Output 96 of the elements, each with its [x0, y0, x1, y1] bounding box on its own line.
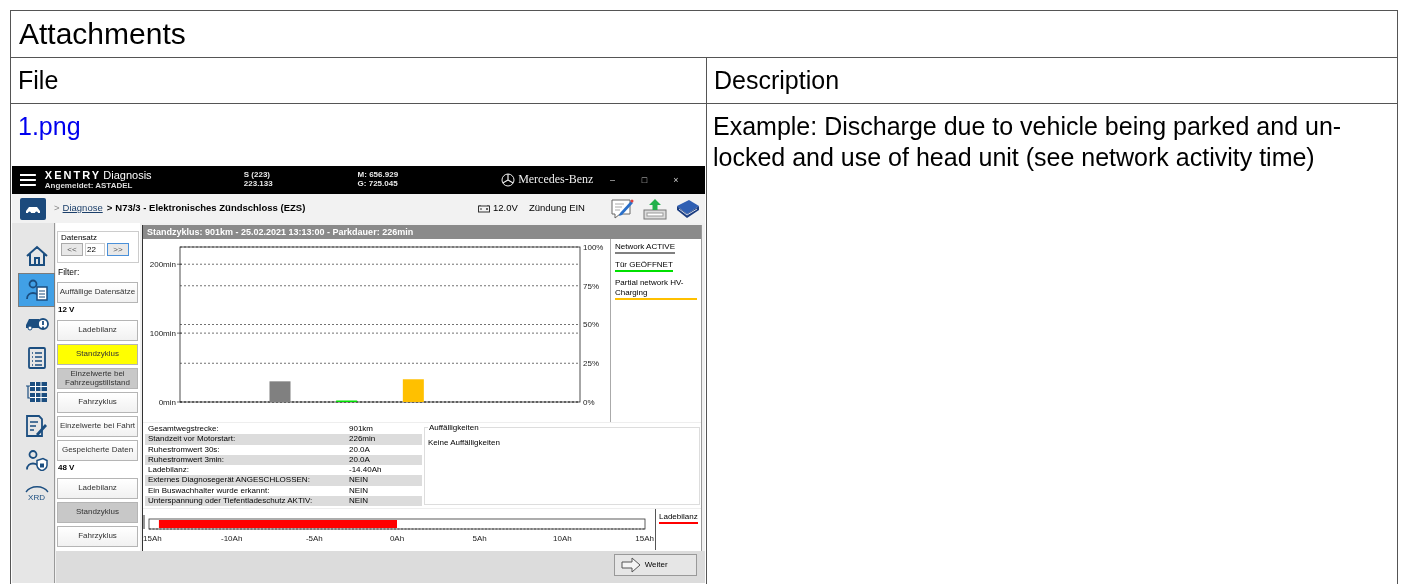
car-button[interactable] [20, 197, 46, 220]
home-icon [24, 245, 49, 267]
filter-button[interactable]: Fahrzyklus [57, 392, 138, 413]
ignition-status: Zündung EIN [529, 203, 586, 214]
label-cell-text: Ruhestromwert 30s: [147, 444, 221, 455]
axis-label: 200min [149, 260, 176, 269]
label-cell-text: Ladebilanz: [147, 465, 190, 476]
legend-label: Network ACTIVE [615, 242, 675, 252]
axis-label: 0% [583, 397, 595, 407]
legend-label: Tür GEÖFFNET [615, 260, 673, 270]
findings-text: Keine Auffälligkeiten [428, 438, 501, 448]
window-control[interactable]: □ [641, 174, 674, 186]
section-label: 12 V [57, 304, 76, 316]
filter-button[interactable]: Ladebilanz [57, 320, 138, 341]
breadcrumb-link[interactable]: Diagnose [62, 203, 103, 214]
section-label: 48 V [57, 462, 76, 474]
record-field[interactable]: 22 [85, 243, 105, 257]
app-title: Diagnosis [103, 169, 152, 181]
grid-icon [25, 382, 48, 402]
arrow-icon [620, 557, 641, 573]
star-logo-icon [501, 173, 516, 187]
label-cell: Unterspannung oder Tiefentladeschutz AKTIV: [145, 496, 349, 507]
legend-label: Partial network HV-Charging [615, 278, 685, 297]
axis-label: 10Ah [553, 534, 572, 543]
person-shield-icon [25, 449, 48, 471]
battery-icon [478, 204, 490, 213]
description-text: Example: Discharge due to vehicle being parked and un-locked and use of head unit (see network activity time) [713, 111, 1343, 173]
breadcrumb-current: N73/3 - Elektronisches Zündschloss (EZS) [115, 203, 306, 214]
doctor-clipboard-icon [25, 279, 48, 301]
group-label: Datensatz [61, 233, 99, 243]
bar [402, 379, 424, 402]
readout-text: M: 656.929 [357, 171, 400, 180]
filter-button[interactable]: Ladebilanz [57, 478, 138, 499]
axis-label: 15Ah [635, 534, 654, 543]
readout-text: S (223) [243, 171, 271, 180]
readout-text: 223.133 [243, 180, 274, 189]
user-label: Angemeldet: ASTADEL [44, 182, 134, 190]
sidebar-button[interactable] [18, 273, 55, 307]
list-icon [27, 347, 46, 369]
readout-text: G: 725.045 [357, 180, 399, 189]
panel-label: Auffälligkeiten [428, 423, 480, 433]
value-cell: 20.0A [349, 454, 422, 466]
filter-button[interactable]: Gespeicherte Daten [57, 440, 138, 461]
column-header: Description [713, 65, 841, 96]
axis-label: 5Ah [472, 534, 487, 543]
axis-label: -10Ah [221, 534, 243, 543]
filter-button[interactable]: Auffällige Datensätze [57, 282, 138, 303]
axis-label: 0Ah [389, 534, 405, 543]
panel-title: Standzyklus: 901km - 25.02.2021 13:13:00 - Parkdauer: 226min [143, 225, 701, 239]
value-cell-text: 20.0A [349, 444, 371, 455]
arc-icon [24, 485, 49, 493]
brand-name: Mercedes-Benz [518, 173, 594, 187]
book-icon[interactable] [674, 197, 700, 220]
axis-label: 15Ah [143, 534, 162, 543]
menu-icon[interactable] [20, 173, 36, 187]
label-cell-text: Gesamtwegstrecke: [147, 424, 220, 435]
filter-button[interactable]: Fahrzyklus [57, 526, 138, 547]
axis-label: 100% [583, 242, 604, 252]
label-cell-text: Ein Buswachhalter wurde erkannt: [147, 485, 271, 497]
value-cell-text: -14.40Ah [349, 465, 383, 476]
brand-logo: XENTRY [44, 169, 102, 181]
voltage-value: 12.0V [493, 203, 518, 214]
value-cell: NEIN [349, 475, 422, 486]
column-header: File [11, 58, 707, 103]
label-cell: Standzeit vor Motorstart: [145, 434, 349, 445]
sidebar-button[interactable]: XRD [18, 477, 55, 511]
value-cell: 226min [349, 434, 422, 445]
label-cell: Externes Diagnosegerät ANGESCHLOSSEN: [145, 475, 349, 486]
section-label: Filter: [57, 266, 81, 279]
value-cell: NEIN [349, 496, 422, 507]
document-pencil-icon [25, 415, 48, 437]
value-cell-text: NEIN [349, 485, 370, 497]
notepad-pencil-icon[interactable] [610, 197, 636, 220]
axis-label: 0min [158, 397, 176, 407]
bar [269, 381, 291, 402]
breadcrumb-separator: > [106, 203, 113, 214]
tray-upload-icon[interactable] [642, 197, 668, 220]
car-alert-icon [24, 317, 49, 331]
axis-label: 50% [583, 320, 599, 330]
axis-label: 25% [583, 359, 599, 369]
axis-label: -5Ah [305, 534, 323, 543]
axis-label: 100min [149, 328, 176, 338]
file-link[interactable]: 1.png [18, 111, 81, 141]
legend-label: Ladebilanz [659, 512, 698, 522]
label-cell: Ruhestromwert 3min: [145, 454, 349, 466]
breadcrumb-separator: > [54, 203, 60, 214]
next-button[interactable]: >> [107, 243, 129, 257]
value-cell-text: 901km [349, 424, 374, 435]
window-control[interactable]: × [673, 174, 705, 186]
previous-button[interactable]: << [61, 243, 83, 257]
axis-label: 75% [583, 281, 599, 291]
window-control[interactable]: – [610, 174, 642, 186]
next-button[interactable]: Weiter [613, 554, 697, 576]
section-title: Attachments [11, 11, 1397, 58]
filter-button[interactable]: Einzelwerte bei Fahrt [57, 416, 138, 437]
filter-button[interactable]: Standzyklus [57, 344, 138, 365]
